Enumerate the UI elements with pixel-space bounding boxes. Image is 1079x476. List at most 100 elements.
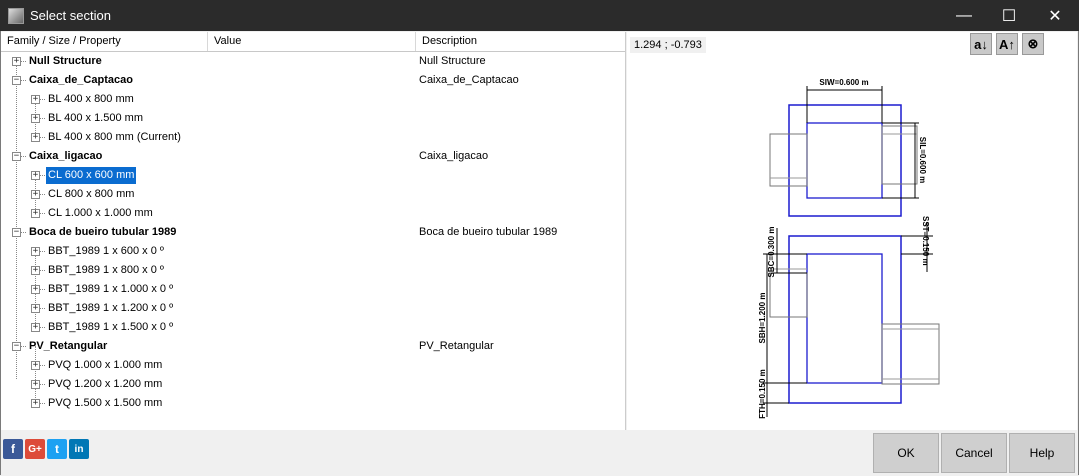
collapse-icon[interactable]: − — [12, 342, 21, 351]
tree-item-label[interactable]: BBT_1989 1 x 1.500 x 0 º — [46, 319, 175, 336]
tree-line — [40, 251, 45, 252]
tree-item-label[interactable]: PVQ 1.000 x 1.000 mm — [46, 357, 164, 374]
fth-label: FTH=0.150 m — [758, 369, 767, 419]
collapse-icon[interactable]: − — [12, 152, 21, 161]
twitter-icon[interactable]: t — [47, 439, 67, 459]
tree-item-label[interactable]: CL 1.000 x 1.000 mm — [46, 205, 155, 222]
title-bar: Select section — ☐ ✕ — [0, 0, 1079, 31]
column-description[interactable]: Description — [416, 32, 625, 51]
pipe-right-side — [881, 323, 940, 385]
tree-item-label[interactable]: BBT_1989 1 x 1.200 x 0 º — [46, 300, 175, 317]
expand-icon[interactable]: + — [31, 380, 40, 389]
tree-header: Family / Size / Property Value Descripti… — [1, 32, 625, 52]
tree-item-label[interactable]: CL 800 x 800 mm — [46, 186, 136, 203]
siw-label: SIW=0.600 m — [819, 78, 868, 87]
tree-line — [40, 137, 45, 138]
tree-size-row[interactable]: + PVQ 1.500 x 1.500 mm — [1, 394, 625, 413]
tree-item-label[interactable]: PVQ 1.500 x 1.500 mm — [46, 395, 164, 412]
tree-item-label[interactable]: BBT_1989 1 x 1.000 x 0 º — [46, 281, 175, 298]
expand-icon[interactable]: + — [31, 266, 40, 275]
google-plus-icon[interactable]: G+ — [25, 439, 45, 459]
tree-size-row[interactable]: + BL 400 x 800 mm — [1, 90, 625, 109]
tree-size-row[interactable]: + BBT_1989 1 x 600 x 0 º — [1, 242, 625, 261]
expand-icon[interactable]: + — [31, 361, 40, 370]
tree-size-row[interactable]: + PVQ 1.000 x 1.000 mm — [1, 356, 625, 375]
tree-family-row[interactable]: − Caixa_ligacao Caixa_ligacao — [1, 147, 625, 166]
tree-item-label[interactable]: PV_Retangular — [27, 338, 109, 355]
window-title: Select section — [30, 8, 111, 23]
tree-item-label[interactable]: BL 400 x 800 mm (Current) — [46, 129, 183, 146]
section-tree[interactable]: Family / Size / Property Value Descripti… — [1, 32, 626, 430]
tree-size-row[interactable]: + BBT_1989 1 x 1.000 x 0 º — [1, 280, 625, 299]
help-button[interactable]: Help — [1009, 433, 1075, 473]
tree-family-row[interactable]: − PV_Retangular PV_Retangular — [1, 337, 625, 356]
tree-size-row[interactable]: + CL 800 x 800 mm — [1, 185, 625, 204]
tree-item-label[interactable]: Boca de bueiro tubular 1989 — [27, 224, 178, 241]
tree-size-row[interactable]: + BL 400 x 1.500 mm — [1, 109, 625, 128]
tree-item-label[interactable]: CL 600 x 600 mm — [46, 167, 137, 184]
close-button[interactable]: ✕ — [1032, 0, 1078, 31]
tree-size-row[interactable]: + PVQ 1.200 x 1.200 mm — [1, 375, 625, 394]
cancel-button[interactable]: Cancel — [941, 433, 1007, 473]
sbc-label: SBC=0.300 m — [767, 227, 776, 278]
tree-item-description: Caixa_de_Captacao — [419, 74, 519, 86]
tree-line — [21, 156, 26, 157]
tree-item-label[interactable]: Caixa_de_Captacao — [27, 72, 135, 89]
tree-line — [40, 327, 45, 328]
tree-size-row[interactable]: + BBT_1989 1 x 1.500 x 0 º — [1, 318, 625, 337]
tree-size-row[interactable]: + CL 1.000 x 1.000 mm — [1, 204, 625, 223]
tree-item-description: Caixa_ligacao — [419, 150, 489, 162]
tree-line — [21, 61, 26, 62]
tree-item-label[interactable]: PVQ 1.200 x 1.200 mm — [46, 376, 164, 393]
tree-family-row[interactable]: − Caixa_de_Captacao Caixa_de_Captacao — [1, 71, 625, 90]
collapse-icon[interactable]: − — [12, 76, 21, 85]
expand-icon[interactable]: + — [31, 399, 40, 408]
tree-size-row[interactable]: + BBT_1989 1 x 800 x 0 º — [1, 261, 625, 280]
tree-family-row[interactable]: + Null Structure Null Structure — [1, 52, 625, 71]
inner-box-top — [806, 122, 883, 199]
tree-line — [40, 270, 45, 271]
tree-item-label[interactable]: Null Structure — [27, 53, 104, 70]
sil-label: SIL=0.600 m — [918, 137, 927, 183]
sst-label: SST=0.150 m — [921, 216, 930, 266]
tree-size-row[interactable]: + BL 400 x 800 mm (Current) — [1, 128, 625, 147]
tree-item-description: PV_Retangular — [419, 340, 494, 352]
expand-icon[interactable]: + — [31, 304, 40, 313]
facebook-icon[interactable]: f — [3, 439, 23, 459]
linkedin-icon[interactable]: in — [69, 439, 89, 459]
expand-icon[interactable]: + — [12, 57, 21, 66]
column-family[interactable]: Family / Size / Property — [1, 32, 208, 51]
tree-family-row[interactable]: − Boca de bueiro tubular 1989 Boca de buei… — [1, 223, 625, 242]
tree-line — [40, 403, 45, 404]
expand-icon[interactable]: + — [31, 323, 40, 332]
tree-line — [40, 308, 45, 309]
tree-size-row[interactable]: + CL 600 x 600 mm — [1, 166, 625, 185]
section-drawing: SIW=0.600 m SIL=0.600 m SST=0.150 m SBC=… — [758, 78, 940, 419]
tree-size-row[interactable]: + BBT_1989 1 x 1.200 x 0 º — [1, 299, 625, 318]
preview-panel[interactable]: 1.294 ; -0.793 a↓ A↑ ⊗ SIW=0.600 m SIL=0… — [627, 32, 1077, 430]
expand-icon[interactable]: + — [31, 247, 40, 256]
sbh-label: SBH=1.200 m — [758, 293, 767, 344]
expand-icon[interactable]: + — [31, 133, 40, 142]
tree-item-label[interactable]: BBT_1989 1 x 600 x 0 º — [46, 243, 166, 260]
tree-item-description: Null Structure — [419, 55, 486, 67]
tree-line — [40, 175, 45, 176]
expand-icon[interactable]: + — [31, 285, 40, 294]
tree-item-label[interactable]: BL 400 x 1.500 mm — [46, 110, 145, 127]
inner-box-side — [806, 253, 883, 384]
expand-icon[interactable]: + — [31, 95, 40, 104]
expand-icon[interactable]: + — [31, 114, 40, 123]
maximize-button[interactable]: ☐ — [986, 0, 1032, 31]
tree-item-label[interactable]: BL 400 x 800 mm — [46, 91, 136, 108]
ok-button[interactable]: OK — [873, 433, 939, 473]
tree-line — [40, 365, 45, 366]
column-value[interactable]: Value — [208, 32, 416, 51]
expand-icon[interactable]: + — [31, 171, 40, 180]
tree-item-label[interactable]: Caixa_ligacao — [27, 148, 104, 165]
collapse-icon[interactable]: − — [12, 228, 21, 237]
expand-icon[interactable]: + — [31, 209, 40, 218]
tree-item-label[interactable]: BBT_1989 1 x 800 x 0 º — [46, 262, 166, 279]
minimize-button[interactable]: — — [941, 0, 987, 31]
tree-line — [21, 346, 26, 347]
expand-icon[interactable]: + — [31, 190, 40, 199]
